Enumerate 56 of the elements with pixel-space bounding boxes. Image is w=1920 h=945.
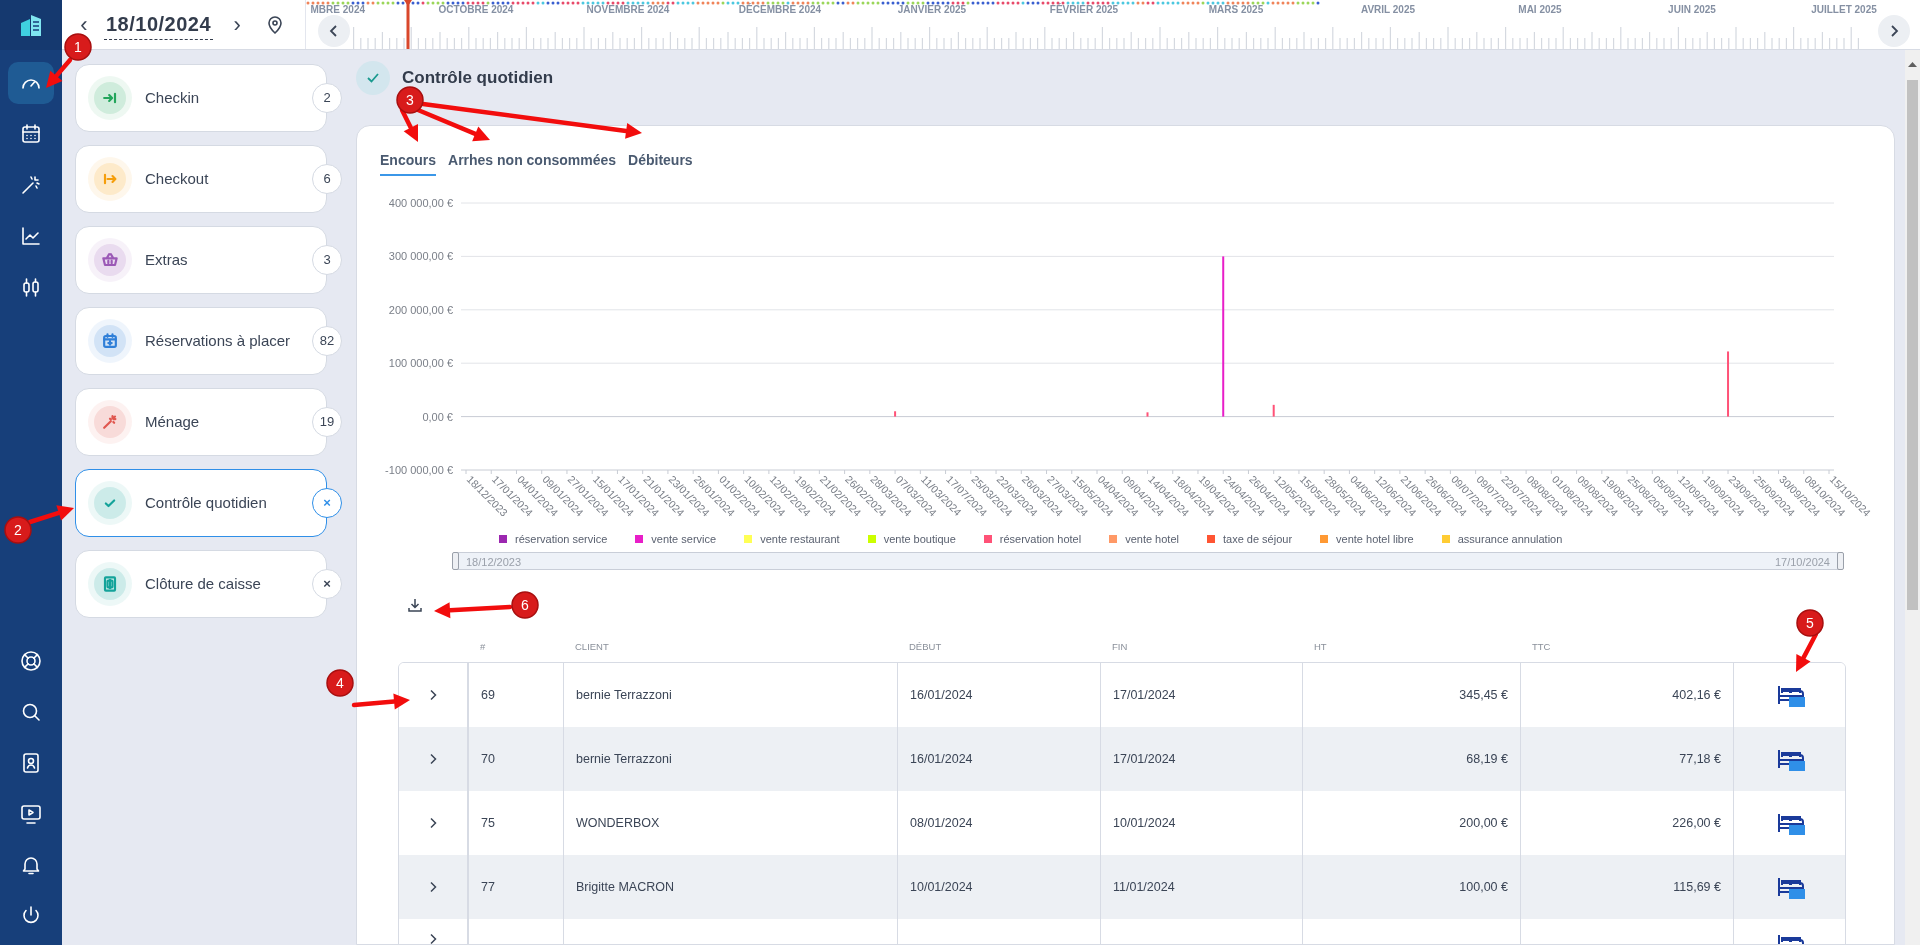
column-header: # <box>479 639 487 654</box>
y-tick-label: -100 000,00 € <box>385 464 453 476</box>
range-end-label: 17/10/2024 <box>1774 555 1830 570</box>
month-label: MARS 2025 <box>1207 3 1265 17</box>
tab[interactable]: Encours <box>380 146 436 176</box>
callout-badge: 5 <box>1796 609 1824 637</box>
callout-badge: 4 <box>326 669 354 697</box>
month-label: JUILLET 2025 <box>1810 3 1878 17</box>
y-tick-label: 400 000,00 € <box>388 197 453 209</box>
column-header: HT <box>1313 639 1328 654</box>
tab[interactable]: Débiteurs <box>628 146 693 176</box>
legend-label: taxe de séjour <box>1222 531 1293 547</box>
card-label: Réservations à placer <box>145 330 291 351</box>
card-label: Extras <box>145 249 188 270</box>
month-label: OCTOBRE 2024 <box>437 3 515 17</box>
month-label: FÉVRIER 2025 <box>1048 2 1120 17</box>
y-tick-label: 0,00 € <box>422 410 453 423</box>
column-header: DÉBUT <box>908 639 943 654</box>
legend-label: vente hotel <box>1125 531 1179 547</box>
column-header: TTC <box>1531 639 1552 654</box>
callout-badge: 2 <box>4 516 32 544</box>
month-label: JANVIER 2025 <box>896 3 968 17</box>
previous-day-button[interactable]: ‹ <box>74 16 94 33</box>
card-label: Ménage <box>145 411 200 432</box>
legend-label: assurance annulation <box>1457 531 1563 547</box>
legend-label: réservation service <box>515 531 608 547</box>
legend-label: vente service <box>651 531 717 547</box>
callout-badge: 1 <box>64 33 92 61</box>
next-day-button[interactable]: › <box>227 13 248 36</box>
column-header: FIN <box>1111 639 1129 654</box>
y-tick-label: 200 000,00 € <box>388 303 453 316</box>
month-label: MAI 2025 <box>1517 3 1563 17</box>
legend-label: réservation hotel <box>999 531 1082 547</box>
month-label: NOVEMBRE 2024 <box>585 3 671 17</box>
month-label: MBRE 2024 <box>309 3 366 17</box>
column-header: CLIENT <box>574 639 610 654</box>
table-row[interactable]: 77 Brigitte MACRON 10/01/2024 11/01/2024 100,00 € 115,69 € <box>399 855 1845 919</box>
table-row[interactable]: 70 bernie Terrazzoni 16/01/2024 17/01/2024 68,19 € 77,18 € <box>399 727 1845 791</box>
legend-label: vente restaurant <box>760 531 840 547</box>
current-date[interactable]: 18/10/2024 <box>104 9 214 40</box>
y-tick-label: 300 000,00 € <box>388 250 453 263</box>
legend-label: vente hotel libre <box>1336 531 1414 547</box>
legend-label: vente boutique <box>883 531 956 547</box>
card-label: Checkout <box>145 168 209 189</box>
callout-badge: 3 <box>396 86 424 114</box>
month-label: AVRIL 2025 <box>1359 3 1417 17</box>
month-label: JUIN 2025 <box>1667 3 1717 17</box>
card-label: Checkin <box>145 87 200 108</box>
card-label: Contrôle quotidien <box>145 492 267 513</box>
callout-badge: 6 <box>511 591 539 619</box>
month-label: DÉCEMBRE 2024 <box>737 2 823 17</box>
y-tick-label: 100 000,00 € <box>388 357 453 370</box>
range-start-label: 18/12/2023 <box>466 555 522 570</box>
card-label: Clôture de caisse <box>145 573 261 594</box>
table-row[interactable]: 69 bernie Terrazzoni 16/01/2024 17/01/2024 345,45 € 402,16 € <box>399 663 1845 727</box>
tab[interactable]: Arrhes non consommées <box>448 146 617 176</box>
